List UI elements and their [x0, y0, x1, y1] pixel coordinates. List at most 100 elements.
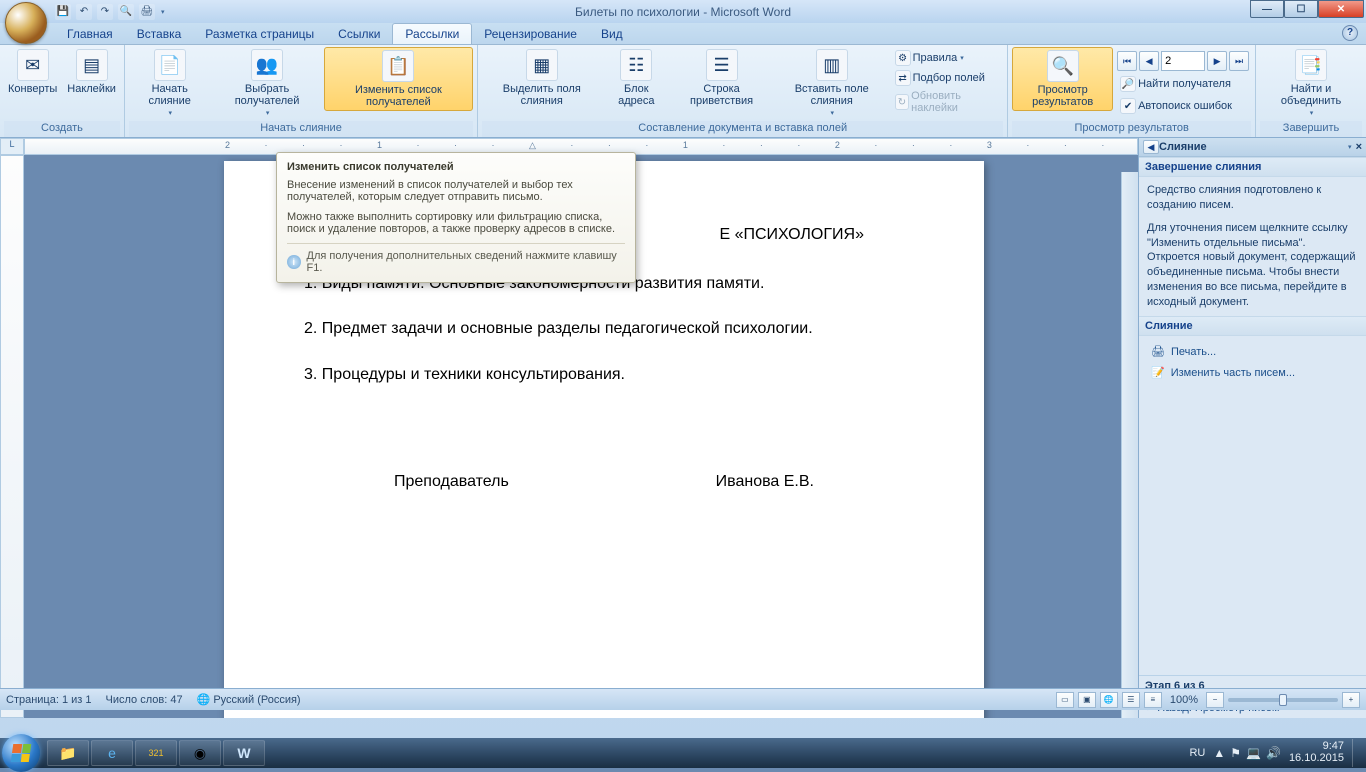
- pane-nav-back[interactable]: ◀: [1143, 140, 1159, 154]
- record-number-input[interactable]: [1161, 51, 1205, 71]
- maximize-button[interactable]: ☐: [1284, 0, 1318, 18]
- people-icon: 👥: [251, 49, 283, 81]
- tab-references[interactable]: Ссылки: [326, 24, 392, 44]
- view-web[interactable]: 🌐: [1100, 692, 1118, 708]
- qat-preview[interactable]: 🔍: [118, 4, 134, 20]
- group-finish: 📑Найти и объединить▾ Завершить: [1256, 45, 1366, 137]
- match-fields-button[interactable]: ⇄Подбор полей: [892, 69, 1004, 87]
- status-words[interactable]: Число слов: 47: [106, 694, 183, 706]
- tab-mailings[interactable]: Рассылки: [392, 23, 472, 44]
- taskbar-mpc[interactable]: 321: [135, 740, 177, 766]
- select-recipients-button[interactable]: 👥Выбрать получателей▾: [213, 47, 322, 119]
- tab-home[interactable]: Главная: [55, 24, 125, 44]
- qat-undo[interactable]: ↶: [76, 4, 92, 20]
- update-icon: ↻: [895, 94, 910, 110]
- view-outline[interactable]: ☰: [1122, 692, 1140, 708]
- taskbar-ie[interactable]: e: [91, 740, 133, 766]
- tooltip-title: Изменить список получателей: [287, 161, 625, 173]
- ribbon-tabs: Главная Вставка Разметка страницы Ссылки…: [0, 23, 1366, 45]
- qat-customize[interactable]: ▾: [161, 8, 165, 16]
- tray-flag-icon[interactable]: ⚑: [1230, 746, 1241, 760]
- rules-icon: ⚙: [895, 50, 911, 66]
- doc-q3: 3. Процедуры и техники консультирования.: [304, 361, 904, 388]
- window-title: Билеты по психологии - Microsoft Word: [575, 5, 791, 19]
- help-button[interactable]: ?: [1342, 25, 1358, 41]
- taskbar-explorer[interactable]: 📁: [47, 740, 89, 766]
- pane-print-link[interactable]: 🖨Печать...: [1147, 342, 1358, 363]
- close-button[interactable]: ✕: [1318, 0, 1364, 18]
- ruler-corner[interactable]: L: [0, 138, 24, 155]
- office-button[interactable]: [5, 2, 47, 44]
- titlebar: 💾 ↶ ↷ 🔍 🖨 ▾ Билеты по психологии - Micro…: [0, 0, 1366, 23]
- pane-close[interactable]: ×: [1356, 141, 1362, 153]
- edit-recipients-tooltip: Изменить список получателей Внесение изм…: [276, 152, 636, 283]
- update-labels-button: ↻Обновить наклейки: [892, 89, 1004, 115]
- pane-menu[interactable]: ▾: [1348, 143, 1352, 151]
- envelopes-button[interactable]: ✉Конверты: [4, 47, 61, 97]
- status-lang[interactable]: 🌐 Русский (Россия): [197, 693, 301, 706]
- tab-view[interactable]: Вид: [589, 24, 635, 44]
- tray-lang[interactable]: RU: [1189, 747, 1205, 759]
- show-desktop[interactable]: [1352, 739, 1360, 767]
- view-print-layout[interactable]: ▭: [1056, 692, 1074, 708]
- taskbar-word[interactable]: W: [223, 740, 265, 766]
- zoom-out[interactable]: −: [1206, 692, 1224, 708]
- taskbar-chrome[interactable]: ◉: [179, 740, 221, 766]
- greeting-icon: ☰: [706, 49, 738, 81]
- zoom-slider[interactable]: [1228, 698, 1338, 702]
- first-record-button[interactable]: ⏮: [1117, 51, 1137, 71]
- group-finish-label: Завершить: [1260, 121, 1362, 137]
- edit-list-icon: 📋: [382, 50, 414, 82]
- prev-record-button[interactable]: ◀: [1139, 51, 1159, 71]
- zoom-label[interactable]: 100%: [1170, 694, 1198, 706]
- preview-results-button[interactable]: 🔍Просмотр результатов: [1012, 47, 1113, 111]
- pane-body1: Средство слияния подготовлено к созданию…: [1147, 183, 1358, 213]
- info-icon: i: [287, 255, 301, 269]
- edit-recipients-button[interactable]: 📋Изменить список получателей: [324, 47, 473, 111]
- tooltip-p1: Внесение изменений в список получателей …: [287, 179, 625, 203]
- insert-field-button[interactable]: ▥Вставить поле слияния▾: [774, 47, 890, 119]
- group-start-label: Начать слияние: [129, 121, 473, 137]
- address-block-button[interactable]: ☷Блок адреса: [603, 47, 669, 109]
- tray-clock[interactable]: 9:4716.10.2015: [1289, 741, 1344, 764]
- tray-up-icon[interactable]: ▲: [1213, 746, 1225, 760]
- qat-print[interactable]: 🖨: [139, 4, 155, 20]
- pane-title: Слияние: [1159, 141, 1347, 153]
- find-recipient-button[interactable]: 🔎Найти получателя: [1117, 75, 1249, 93]
- view-fullscreen[interactable]: ▣: [1078, 692, 1096, 708]
- group-create: ✉Конверты ▤Наклейки Создать: [0, 45, 125, 137]
- rules-button[interactable]: ⚙Правила▾: [892, 49, 1004, 67]
- last-record-button[interactable]: ⏭: [1229, 51, 1249, 71]
- tray-volume-icon[interactable]: 🔊: [1266, 746, 1281, 760]
- greeting-line-button[interactable]: ☰Строка приветствия: [671, 47, 772, 109]
- qat-redo[interactable]: ↷: [97, 4, 113, 20]
- finish-merge-button[interactable]: 📑Найти и объединить▾: [1260, 47, 1362, 119]
- labels-button[interactable]: ▤Наклейки: [63, 47, 120, 97]
- label-icon: ▤: [76, 49, 108, 81]
- start-button[interactable]: [2, 734, 40, 772]
- pane-edit-link[interactable]: 📝Изменить часть писем...: [1147, 363, 1358, 384]
- highlight-fields-button[interactable]: ▦Выделить поля слияния: [482, 47, 601, 109]
- windows-taskbar: 📁 e 321 ◉ W RU ▲ ⚑ 💻 🔊 9:4716.10.2015: [0, 738, 1366, 768]
- vertical-scrollbar[interactable]: [1121, 172, 1138, 718]
- group-create-label: Создать: [4, 121, 120, 137]
- vertical-ruler[interactable]: [0, 155, 24, 718]
- tab-review[interactable]: Рецензирование: [472, 24, 589, 44]
- tab-insert[interactable]: Вставка: [125, 24, 194, 44]
- system-tray: RU ▲ ⚑ 💻 🔊 9:4716.10.2015: [1189, 739, 1366, 767]
- window-controls: — ☐ ✕: [1250, 0, 1364, 18]
- zoom-in[interactable]: +: [1342, 692, 1360, 708]
- ribbon: ✉Конверты ▤Наклейки Создать 📄Начать слия…: [0, 45, 1366, 138]
- qat-save[interactable]: 💾: [55, 4, 71, 20]
- status-page[interactable]: Страница: 1 из 1: [6, 694, 92, 706]
- check-errors-button[interactable]: ✔Автопоиск ошибок: [1117, 97, 1249, 115]
- tab-pagelayout[interactable]: Разметка страницы: [193, 24, 326, 44]
- next-record-button[interactable]: ▶: [1207, 51, 1227, 71]
- tooltip-foot: Для получения дополнительных сведений на…: [307, 250, 625, 274]
- view-draft[interactable]: ≡: [1144, 692, 1162, 708]
- status-bar: Страница: 1 из 1 Число слов: 47 🌐 Русски…: [0, 688, 1366, 710]
- minimize-button[interactable]: —: [1250, 0, 1284, 18]
- pane-sec2-head: Слияние: [1139, 316, 1366, 336]
- tray-network-icon[interactable]: 💻: [1246, 746, 1261, 760]
- start-merge-button[interactable]: 📄Начать слияние▾: [129, 47, 211, 119]
